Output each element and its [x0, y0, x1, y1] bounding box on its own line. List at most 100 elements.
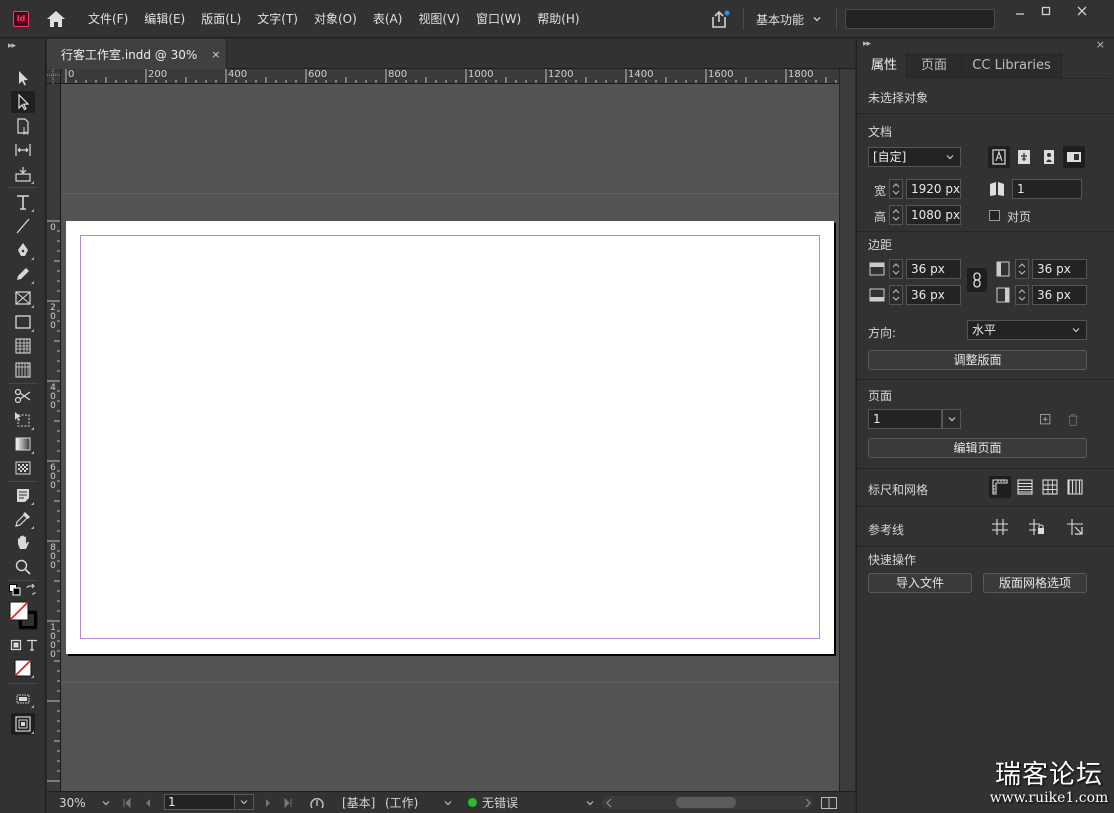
pen-tool[interactable] — [11, 239, 35, 261]
toggle-guides-button[interactable] — [989, 516, 1011, 538]
last-page-icon[interactable] — [283, 798, 293, 808]
content-collector-tool[interactable] — [11, 163, 35, 185]
horizontal-scrollbar-thumb[interactable] — [676, 797, 736, 808]
preflight-chevron-down-icon[interactable] — [585, 798, 595, 808]
menu-window[interactable]: 窗口(W) — [468, 0, 529, 38]
margin-left-stepper[interactable] — [1015, 259, 1029, 279]
horizontal-ruler[interactable]: 0 200 400 600 800 1000 1200 1400 1600 18… — [61, 69, 839, 84]
menu-layout[interactable]: 版面(L) — [193, 0, 249, 38]
collapse-panel-icon[interactable]: ▸▸ — [8, 41, 16, 51]
baseline-grid-button[interactable] — [1014, 476, 1036, 498]
preflight-profile[interactable]: (工作) — [385, 792, 418, 813]
menu-help[interactable]: 帮助(H) — [529, 0, 587, 38]
apply-none-button[interactable] — [11, 657, 35, 679]
close-window-button[interactable] — [1066, 0, 1098, 22]
preview-mode-button[interactable] — [11, 713, 35, 735]
menu-object[interactable]: 对象(O) — [306, 0, 365, 38]
horizontal-scrollbar[interactable] — [602, 796, 812, 809]
lock-guides-button[interactable] — [1026, 516, 1048, 538]
tab-properties[interactable]: 属性 — [862, 53, 907, 79]
share-icon[interactable] — [709, 9, 731, 29]
margin-right-stepper[interactable] — [1015, 285, 1029, 305]
margin-top-stepper[interactable] — [889, 259, 903, 279]
zoom-field[interactable]: 30% — [59, 792, 86, 813]
margin-bottom-stepper[interactable] — [889, 285, 903, 305]
layout-grid-options-button[interactable]: 版面网格选项 — [983, 573, 1087, 593]
page-tool[interactable] — [11, 115, 35, 137]
workspace-switcher[interactable]: 基本功能 — [756, 10, 822, 28]
collapse-panel-icon[interactable]: ▸▸ — [863, 39, 871, 49]
height-stepper[interactable] — [889, 205, 903, 225]
height-field[interactable]: 1080 px — [906, 205, 961, 225]
pages-field[interactable]: 1 — [1012, 179, 1082, 199]
vertical-ruler[interactable]: 0 200 400 600 800 1000 — [47, 84, 61, 791]
pencil-tool[interactable] — [11, 263, 35, 285]
document-setup-button[interactable] — [988, 146, 1010, 168]
orientation-select[interactable]: 水平 — [967, 320, 1087, 340]
eyedropper-tool[interactable] — [11, 508, 35, 530]
scroll-left-icon[interactable] — [605, 798, 613, 808]
page-number-dropdown[interactable] — [234, 794, 254, 810]
selection-tool[interactable] — [11, 67, 35, 89]
formatting-affects-toggle[interactable] — [10, 638, 38, 652]
facing-pages-checkbox[interactable] — [989, 210, 1000, 221]
next-page-icon[interactable] — [263, 798, 273, 808]
previous-page-icon[interactable] — [143, 798, 153, 808]
hand-tool[interactable] — [11, 532, 35, 554]
document-canvas[interactable] — [61, 84, 839, 791]
rectangle-tool[interactable] — [11, 311, 35, 333]
smart-guides-button[interactable] — [1064, 516, 1086, 538]
menu-view[interactable]: 视图(V) — [410, 0, 468, 38]
note-tool[interactable] — [11, 484, 35, 506]
margin-right-field[interactable]: 36 px — [1032, 285, 1087, 305]
portrait-orientation-button[interactable] — [1038, 146, 1060, 168]
document-tab[interactable]: 行客工作室.indd @ 30% × — [47, 39, 227, 69]
margin-bottom-field[interactable]: 36 px — [906, 285, 961, 305]
zoom-chevron-down-icon[interactable] — [101, 798, 111, 808]
search-input[interactable] — [845, 9, 995, 29]
default-colors-toggle[interactable] — [9, 584, 37, 598]
margin-left-field[interactable]: 36 px — [1032, 259, 1087, 279]
tab-cc-libraries[interactable]: CC Libraries — [962, 53, 1062, 79]
open-page-icon[interactable] — [309, 796, 325, 810]
first-page-icon[interactable] — [122, 798, 132, 808]
document-page[interactable] — [66, 221, 834, 654]
delete-page-button[interactable] — [1062, 409, 1084, 431]
screen-mode-button[interactable] — [11, 687, 35, 709]
menu-table[interactable]: 表(A) — [365, 0, 411, 38]
free-transform-tool[interactable] — [11, 409, 35, 431]
home-icon[interactable] — [46, 10, 66, 28]
maximize-button[interactable] — [1030, 0, 1062, 22]
type-tool[interactable] — [11, 191, 35, 213]
margin-top-field[interactable]: 36 px — [906, 259, 961, 279]
new-page-button[interactable] — [1035, 409, 1057, 431]
menu-type[interactable]: 文字(T) — [249, 0, 306, 38]
width-stepper[interactable] — [889, 179, 903, 199]
gradient-swatch-tool[interactable] — [11, 433, 35, 455]
line-tool[interactable] — [11, 215, 35, 237]
width-field[interactable]: 1920 px — [906, 179, 961, 199]
document-preset-select[interactable]: [自定] — [868, 147, 961, 167]
vertical-scrollbar[interactable] — [839, 69, 855, 791]
vertical-grid-tool[interactable] — [11, 359, 35, 381]
fill-stroke-swatch[interactable] — [9, 601, 39, 631]
adjust-layout-button[interactable]: 调整版面 — [868, 350, 1087, 370]
scroll-right-icon[interactable] — [804, 798, 812, 808]
close-panel-icon[interactable]: × — [1096, 38, 1105, 51]
menu-file[interactable]: 文件(F) — [80, 0, 136, 38]
direct-selection-tool[interactable] — [11, 91, 35, 113]
horizontal-grid-tool[interactable] — [11, 335, 35, 357]
gradient-feather-tool[interactable] — [11, 457, 35, 479]
menu-edit[interactable]: 编辑(E) — [136, 0, 193, 38]
split-window-icon[interactable] — [821, 797, 837, 809]
adjust-layout-icon-button[interactable] — [1013, 146, 1035, 168]
layout-grid-button[interactable] — [1064, 476, 1086, 498]
link-margins-button[interactable] — [967, 268, 987, 292]
page-select[interactable]: 1 — [868, 409, 942, 429]
gap-tool[interactable] — [11, 139, 35, 161]
rectangle-frame-tool[interactable] — [11, 287, 35, 309]
scissors-tool[interactable] — [11, 385, 35, 407]
document-grid-button[interactable] — [1039, 476, 1061, 498]
import-file-button[interactable]: 导入文件 — [868, 573, 972, 593]
toggle-rulers-button[interactable] — [989, 476, 1011, 498]
